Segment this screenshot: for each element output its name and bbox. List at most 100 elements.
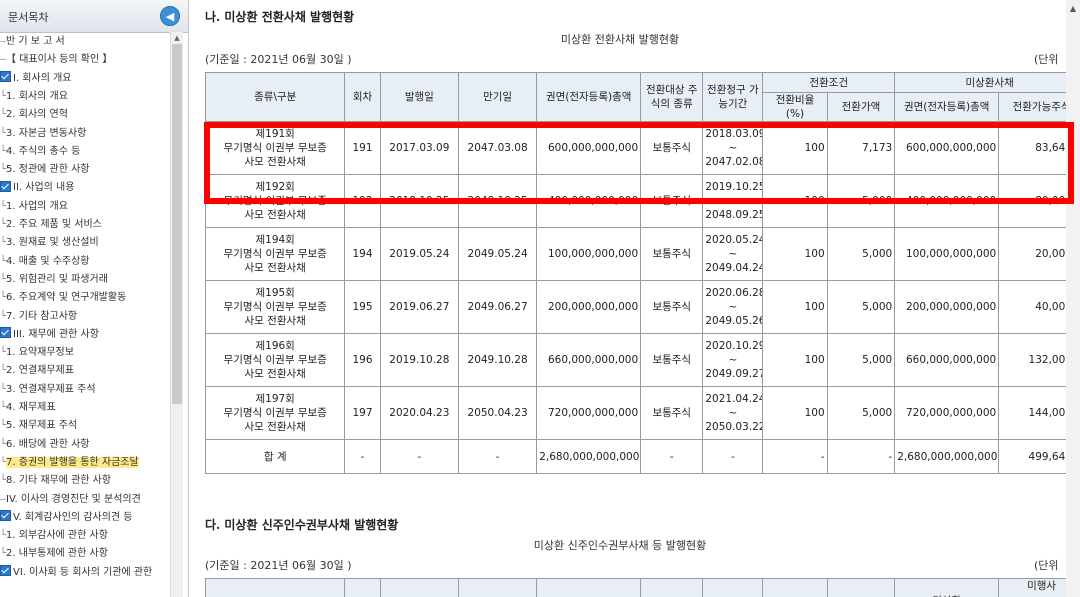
- toc-item-label: 6. 주요계약 및 연구개발활동: [6, 292, 127, 304]
- scroll-up-arrow-icon[interactable]: ▲: [171, 32, 183, 44]
- toc-item[interactable]: V. 회계감사인의 감사의견 등: [0, 509, 132, 527]
- toc-item[interactable]: III. 재무에 관한 사항: [0, 326, 99, 344]
- face-amount-cell: 400,000,000,000: [536, 174, 642, 228]
- header-kind: 종류\구분: [204, 72, 346, 122]
- target-stock-cell: 보통주식: [640, 280, 704, 334]
- header-conversion-price: 전환가액: [826, 92, 896, 122]
- toc-item-label: V. 회계감사인의 감사의견 등: [13, 511, 133, 523]
- toc-item[interactable]: —【 대표이사 등의 확인 】: [0, 51, 112, 69]
- toc-item[interactable]: └2. 내부통제에 관한 사항: [0, 545, 108, 563]
- bw-header-cell: [204, 578, 346, 597]
- toc-item[interactable]: └8. 기타 재무에 관한 사항: [0, 472, 111, 490]
- bond-kind-suffix: 사모 전환사채: [244, 421, 306, 433]
- section-title-unredeemed-bw: 다. 미상환 신주인수권부사채 발행현황: [205, 518, 399, 532]
- bw-header-cell: [379, 578, 459, 597]
- toc-item[interactable]: II. 사업의 내용: [0, 179, 74, 197]
- bond-series: 제197회: [255, 393, 295, 405]
- round-cell: 192: [344, 174, 381, 228]
- issue-date-cell: 2019.05.24: [379, 227, 459, 281]
- toc-item[interactable]: └2. 회사의 연혁: [0, 106, 68, 124]
- period-start: 2020.10.29: [705, 340, 763, 352]
- toc-item[interactable]: └4. 재무제표: [0, 399, 56, 417]
- header-conditions: 전환조건: [762, 72, 896, 93]
- unredeemed-face-cell: 100,000,000,000: [894, 227, 1000, 281]
- toc-item-label: 5. 재무제표 주석: [6, 420, 78, 432]
- toc-item[interactable]: └7. 기타 참고사항: [0, 308, 77, 326]
- toc-item[interactable]: └4. 주식의 총수 등: [0, 143, 80, 161]
- toc-item-label: 1. 사업의 개요: [6, 200, 68, 212]
- conversion-price-cell: 5,000: [826, 333, 896, 387]
- table-row: 제196회 무기명식 이권부 무보증 사모 전환사채 196 2019.10.28 204…: [204, 333, 1080, 387]
- checkbox-icon[interactable]: [0, 327, 11, 339]
- toc-item[interactable]: VI. 이사회 등 회사의 기관에 관한: [0, 564, 152, 582]
- basis-date-bw: (기준일 : 2021년 06월 30일 ): [205, 559, 352, 572]
- toc-item[interactable]: └2. 연결재무제표: [0, 362, 74, 380]
- toc-item[interactable]: └5. 위험관리 및 파생거래: [0, 271, 108, 289]
- toc-item[interactable]: —IV. 이사의 경영진단 및 분석의견: [0, 491, 141, 509]
- document-scrollbar[interactable]: ▲: [1066, 0, 1080, 597]
- table-row: 제191회 무기명식 이권부 무보증 사모 전환사채 191 2017.03.09 204…: [204, 121, 1080, 175]
- toc-tree: —반 기 보 고 서 —【 대표이사 등의 확인 】 I. 회사의 개요 └1. 회…: [0, 32, 170, 597]
- toc-item[interactable]: └1. 사업의 개요: [0, 198, 68, 216]
- toc-item-label: 3. 연결재무제표 주석: [6, 383, 96, 395]
- toc-item-label: 1. 요약재무정보: [6, 347, 74, 359]
- toc-item[interactable]: └2. 주요 제품 및 서비스: [0, 216, 102, 234]
- toc-item[interactable]: └3. 원재료 및 생산설비: [0, 234, 99, 252]
- toc-item-label: 【 대표이사 등의 확인 】: [6, 54, 113, 66]
- total-face-cell: 2,680,000,000,000: [536, 439, 642, 474]
- toc-item-label: 1. 회사의 개요: [6, 90, 68, 102]
- toc-item[interactable]: └3. 자본금 변동사항: [0, 125, 86, 143]
- toc-item[interactable]: └4. 매출 및 수주상황: [0, 253, 90, 271]
- period-start: 2020.06.28: [705, 287, 763, 299]
- period-end: 2049.05.26: [705, 315, 763, 327]
- checkbox-icon[interactable]: [0, 180, 11, 192]
- table-of-contents-sidebar: 문서목차 ◀ —반 기 보 고 서 —【 대표이사 등의 확인 】 I. 회사의 개…: [0, 0, 189, 597]
- toc-item[interactable]: └5. 정관에 관한 사항: [0, 161, 90, 179]
- collapse-sidebar-button[interactable]: ◀: [160, 6, 180, 26]
- toc-item[interactable]: └5. 재무제표 주석: [0, 417, 77, 435]
- conversion-ratio-cell: 100: [762, 174, 828, 228]
- period-start: 2018.03.09: [705, 128, 763, 140]
- toc-item[interactable]: └6. 주요계약 및 연구개발활동: [0, 289, 126, 307]
- toc-item-label: 4. 재무제표: [6, 402, 56, 413]
- sidebar-scrollbar[interactable]: ▲: [170, 32, 183, 597]
- toc-item[interactable]: └7. 증권의 발행을 통한 자금조달: [0, 454, 139, 472]
- toc-item[interactable]: └1. 외부감사에 관한 사항: [0, 527, 108, 545]
- unit-label-bw: (단위: [1034, 559, 1059, 572]
- checkbox-icon[interactable]: [0, 565, 11, 577]
- bond-kind: 무기명식 이권부 무보증: [223, 142, 327, 154]
- face-amount-cell: 660,000,000,000: [536, 333, 642, 387]
- toc-item-label: 3. 원재료 및 생산설비: [6, 237, 99, 249]
- section-title-unredeemed-cb: 나. 미상환 전환사채 발행현황: [205, 10, 355, 24]
- period-tilde: ~: [728, 301, 738, 313]
- bond-series: 제191회: [255, 128, 295, 140]
- face-amount-cell: 600,000,000,000: [536, 121, 642, 175]
- toc-item[interactable]: └1. 요약재무정보: [0, 344, 74, 362]
- toc-item[interactable]: └3. 연결재무제표 주석: [0, 381, 96, 399]
- toc-item[interactable]: I. 회사의 개요: [0, 70, 72, 88]
- toc-item[interactable]: —반 기 보 고 서: [0, 33, 65, 51]
- toc-item[interactable]: └1. 회사의 개요: [0, 88, 68, 106]
- toc-item-label: 7. 증권의 발행을 통한 자금조달: [6, 456, 139, 468]
- period-end: 2047.02.08: [705, 156, 763, 168]
- total-period-cell: -: [702, 439, 764, 474]
- bond-kind-suffix: 사모 전환사채: [244, 368, 306, 380]
- request-period-cell: 2021.04.24 ~2050.03.22: [702, 386, 764, 440]
- maturity-cell: 2049.06.27: [457, 280, 538, 334]
- issue-date-cell: 2018.10.25: [379, 174, 459, 228]
- bond-kind: 무기명식 이권부 무보증: [223, 407, 327, 419]
- table-row: 제194회 무기명식 이권부 무보증 사모 전환사채 194 2019.05.24 204…: [204, 227, 1080, 281]
- maturity-cell: 2049.10.28: [457, 333, 538, 387]
- toc-item-label: 4. 매출 및 수주상황: [6, 255, 90, 267]
- checkbox-icon[interactable]: [0, 71, 11, 83]
- sidebar-scroll-thumb[interactable]: [172, 44, 182, 404]
- toc-item-label: 2. 회사의 연혁: [6, 109, 68, 121]
- checkbox-icon[interactable]: [0, 510, 11, 522]
- period-start: 2020.05.24: [705, 234, 763, 246]
- toc-item[interactable]: └6. 배당에 관한 사항: [0, 436, 90, 454]
- toc-item-label: 5. 정관에 관한 사항: [6, 164, 90, 176]
- bond-name-cell: 제194회 무기명식 이권부 무보증 사모 전환사채: [204, 227, 346, 281]
- period-start: 2021.04.24: [705, 393, 763, 405]
- scroll-up-arrow-icon[interactable]: ▲: [1066, 4, 1080, 16]
- round-cell: 194: [344, 227, 381, 281]
